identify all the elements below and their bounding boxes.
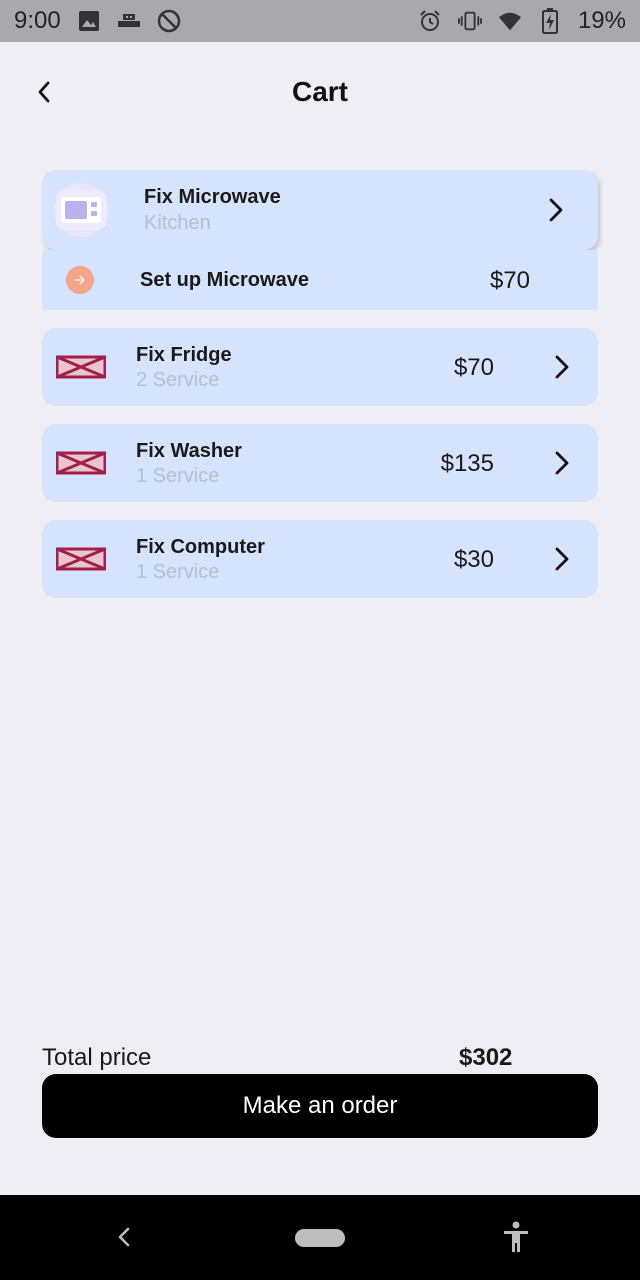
cart-item-price: $70 — [453, 354, 494, 381]
battery-charging-icon — [538, 8, 562, 34]
system-nav-bar — [0, 1195, 640, 1280]
do-not-disturb-icon — [157, 9, 181, 33]
chevron-right-icon[interactable] — [550, 448, 574, 478]
accessibility-icon[interactable] — [500, 1221, 532, 1253]
battery-percent: 19% — [577, 7, 626, 34]
cart-sub-item[interactable]: Set up Microwave $70 — [42, 250, 598, 310]
usb-icon — [117, 9, 141, 33]
cart-item-title: Fix Microwave — [144, 186, 281, 208]
total-price-label: Total price — [42, 1044, 152, 1071]
chevron-right-icon[interactable] — [544, 195, 568, 225]
page-title: Cart — [291, 76, 348, 107]
status-time: 9:00 — [14, 7, 61, 34]
chevron-right-icon[interactable] — [550, 352, 574, 382]
broken-image-icon — [52, 443, 110, 483]
make-order-button[interactable]: Make an order — [42, 1074, 598, 1138]
status-bar: 9:00 19% — [0, 0, 640, 42]
chevron-right-icon[interactable] — [550, 544, 574, 574]
cart-item-price: $135 — [440, 450, 494, 477]
cart-item-subtitle: 1 Service — [136, 561, 220, 583]
alarm-icon — [418, 9, 442, 33]
cart-item-expanded[interactable]: Fix Microwave Kitchen — [42, 170, 598, 250]
image-icon — [77, 9, 101, 33]
cart-item-subtitle: 2 Service — [136, 369, 220, 391]
total-price-value: $302 — [459, 1044, 513, 1071]
chevron-left-icon — [38, 81, 50, 103]
sub-item-label: Set up Microwave — [140, 269, 309, 291]
cart-item-title: Fix Computer — [136, 536, 265, 558]
status-right: 19% — [418, 7, 626, 35]
vibrate-icon — [457, 9, 482, 33]
cart-item-subtitle: 1 Service — [136, 465, 220, 487]
broken-image-icon — [52, 347, 110, 387]
nav-home-pill[interactable] — [295, 1229, 345, 1247]
microwave-icon — [56, 190, 106, 230]
nav-back-icon[interactable] — [110, 1223, 138, 1251]
cart-item-fridge[interactable]: Fix Fridge 2 Service $70 — [42, 328, 598, 406]
status-left: 9:00 — [14, 7, 181, 35]
wifi-icon — [498, 9, 522, 33]
header: Cart — [0, 42, 640, 142]
cart-item-title: Fix Washer — [136, 440, 242, 462]
broken-image-icon — [52, 539, 110, 579]
cart-item-subtitle: Kitchen — [144, 212, 211, 234]
sub-item-price: $70 — [489, 267, 530, 294]
cart-item-price: $30 — [453, 546, 494, 573]
arrow-right-circle-icon — [66, 266, 94, 294]
cart-item-title: Fix Fridge — [136, 344, 232, 366]
microwave-thumbnail — [54, 183, 108, 237]
back-button[interactable] — [28, 76, 60, 108]
cart-item-washer[interactable]: Fix Washer 1 Service $135 — [42, 424, 598, 502]
cart-item-computer[interactable]: Fix Computer 1 Service $30 — [42, 520, 598, 598]
